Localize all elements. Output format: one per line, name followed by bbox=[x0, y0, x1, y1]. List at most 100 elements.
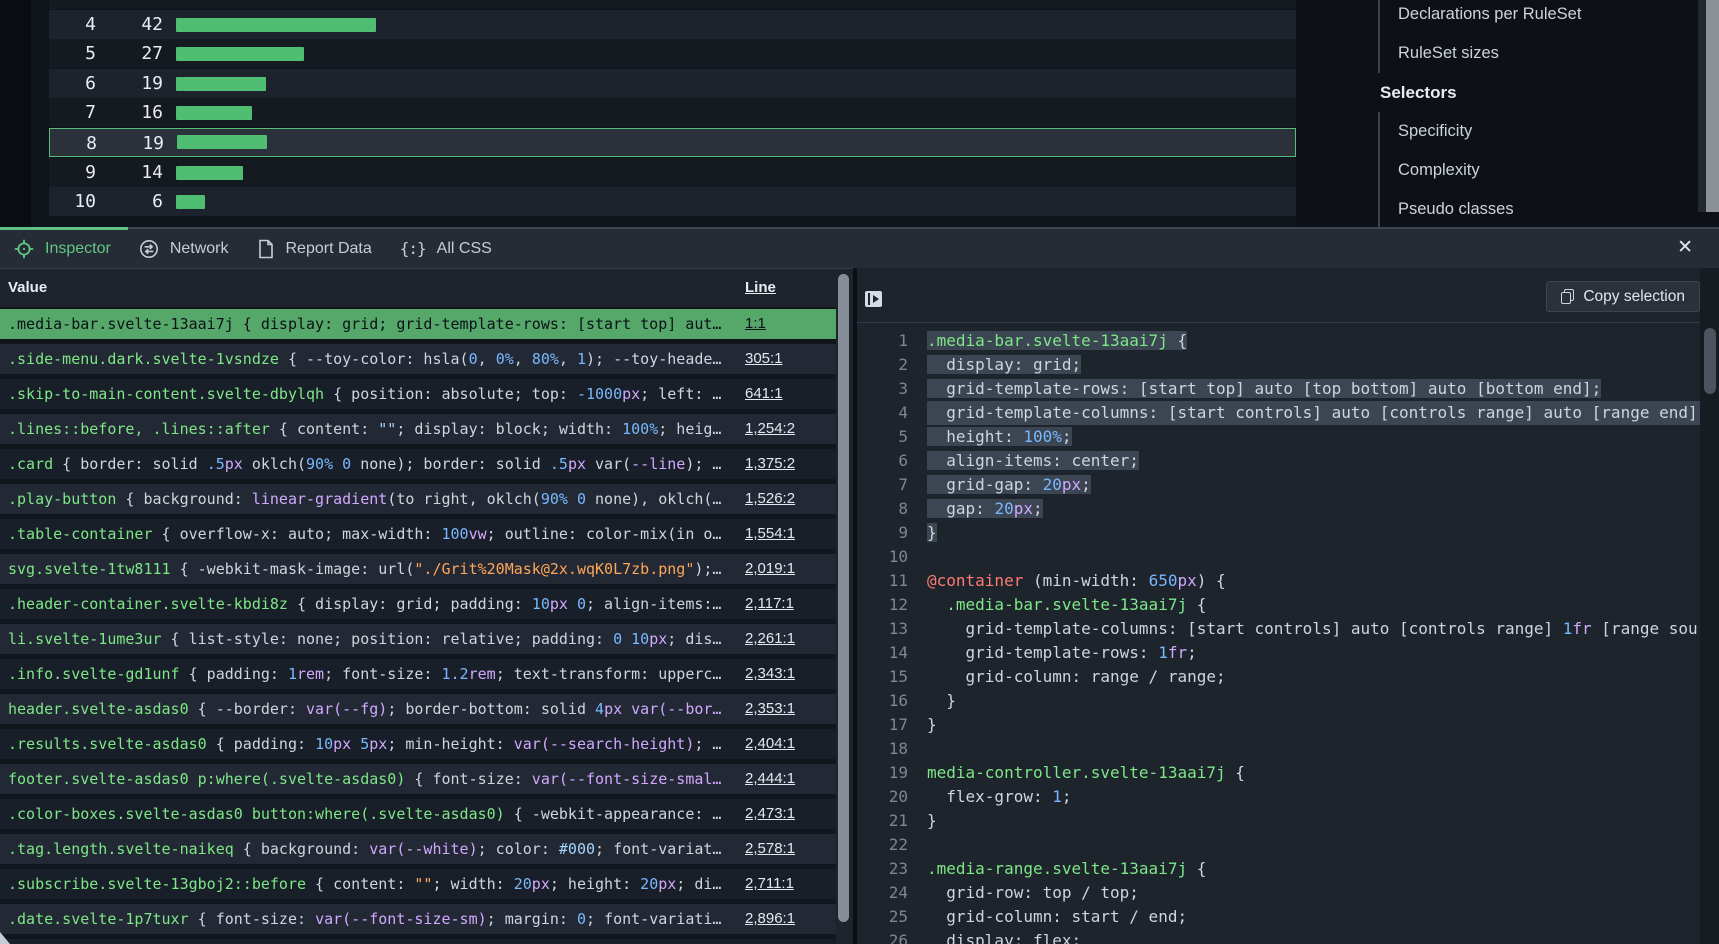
chart-row[interactable]: 819 bbox=[49, 128, 1296, 157]
css-token bbox=[333, 455, 342, 473]
selection-highlight: height: 100%; bbox=[927, 427, 1072, 446]
code-viewer: Copy selection 1.media-bar.svelte-13aai7… bbox=[857, 268, 1719, 944]
panel-expand-icon[interactable] bbox=[865, 291, 882, 307]
line-link[interactable]: 1,526:2 bbox=[745, 484, 795, 514]
css-token: ; min-height: bbox=[387, 735, 513, 753]
line-link[interactable]: 2,578:1 bbox=[745, 834, 795, 864]
chart-row[interactable]: 914 bbox=[49, 158, 1296, 187]
page-left-gutter bbox=[0, 0, 31, 227]
table-row[interactable]: .lines::before, .lines::after { content:… bbox=[0, 414, 836, 444]
table-row[interactable]: .info.svelte-gd1unf { padding: 1rem; fon… bbox=[0, 659, 836, 689]
line-link[interactable]: 1,254:2 bbox=[745, 414, 795, 444]
line-link[interactable]: 2,404:1 bbox=[745, 729, 795, 759]
table-row[interactable]: .side-menu.dark.svelte-1vsndze { --toy-c… bbox=[0, 344, 836, 374]
selector-token: .header-container.svelte-kbdi8z bbox=[8, 595, 288, 613]
selector-token: svg.svelte-1tw8111 bbox=[8, 560, 171, 578]
line-link[interactable]: 2,261:1 bbox=[745, 624, 795, 654]
chart-row[interactable]: 527 bbox=[49, 39, 1296, 68]
line-link[interactable]: 2,353:1 bbox=[745, 694, 795, 724]
line-link[interactable]: 1,375:2 bbox=[745, 449, 795, 479]
code-area: 1.media-bar.svelte-13aai7j {2 display: g… bbox=[857, 323, 1719, 944]
css-token: -1000 bbox=[577, 385, 622, 403]
chart-bar bbox=[176, 106, 252, 120]
tab-inspector[interactable]: Inspector bbox=[14, 239, 111, 259]
line-link[interactable]: 2,711:1 bbox=[745, 869, 794, 899]
line-number: 17 bbox=[857, 713, 927, 737]
table-row[interactable]: footer.svelte-asdas0 p:where(.svelte-asd… bbox=[0, 764, 836, 794]
table-row[interactable]: .media-bar.svelte-13aai7j { display: gri… bbox=[0, 309, 836, 339]
copy-selection-button[interactable]: Copy selection bbox=[1546, 281, 1700, 312]
line-link[interactable]: 2,019:1 bbox=[745, 554, 795, 584]
css-token: var(--font-size-sm) bbox=[315, 910, 487, 928]
table-row[interactable]: .table-container { overflow-x: auto; max… bbox=[0, 519, 836, 549]
sidebar-item-declarations-per-ruleset[interactable]: Declarations per RuleSet bbox=[1378, 0, 1694, 34]
css-rules-table: Value Line .media-bar.svelte-13aai7j { d… bbox=[0, 269, 836, 944]
css-token: none), oklch(… bbox=[586, 490, 721, 508]
table-row[interactable]: .header-container.svelte-kbdi8z { displa… bbox=[0, 589, 836, 619]
chart-row[interactable]: 619 bbox=[49, 69, 1296, 98]
table-row[interactable]: .skip-to-main-content.svelte-dbylqh { po… bbox=[0, 379, 836, 409]
table-row[interactable]: .tag.length.svelte-naikeq { background: … bbox=[0, 834, 836, 864]
table-row[interactable]: .color-boxes.svelte-asdas0 button:where(… bbox=[0, 799, 836, 829]
line-number: 10 bbox=[857, 545, 927, 569]
table-row[interactable]: li.svelte-1ume3ur { list-style: none; po… bbox=[0, 624, 836, 654]
chart-row[interactable]: 442 bbox=[49, 10, 1296, 39]
selector-token: .skip-to-main-content.svelte-dbylqh bbox=[8, 385, 324, 403]
css-token: ; left: … bbox=[640, 385, 721, 403]
code-scrollbar-track[interactable] bbox=[1700, 268, 1719, 944]
line-link[interactable]: 305:1 bbox=[745, 344, 783, 374]
sidebar-item-pseudo-classes[interactable]: Pseudo classes bbox=[1378, 190, 1694, 227]
table-row[interactable]: .play-button { background: linear-gradie… bbox=[0, 484, 836, 514]
chart-row[interactable]: 106 bbox=[49, 187, 1296, 216]
line-link[interactable]: 2,896:1 bbox=[745, 904, 795, 934]
css-token: ) { bbox=[1197, 571, 1226, 590]
line-link[interactable]: 2,343:1 bbox=[745, 659, 795, 689]
page-scrollbar[interactable] bbox=[1698, 0, 1719, 212]
code-line: 18 bbox=[857, 737, 927, 761]
rule-value-cell: .skip-to-main-content.svelte-dbylqh { po… bbox=[8, 379, 738, 409]
line-link[interactable]: 2,117:1 bbox=[745, 589, 794, 619]
selector-token: .results.svelte-asdas0 bbox=[8, 735, 207, 753]
line-number: 9 bbox=[857, 521, 927, 545]
table-row[interactable]: svg.svelte-1tw8111 { -webkit-mask-image:… bbox=[0, 554, 836, 584]
css-token: { bbox=[1197, 859, 1207, 878]
close-icon[interactable]: ✕ bbox=[1677, 237, 1693, 259]
table-row[interactable]: header.svelte-asdas0 { --border: var(--f… bbox=[0, 694, 836, 724]
css-token: ; width: bbox=[432, 875, 513, 893]
line-number: 12 bbox=[857, 593, 927, 617]
page-scrollbar-thumb[interactable] bbox=[1706, 0, 1719, 212]
css-token: display: flex; bbox=[927, 931, 1081, 944]
table-row[interactable]: .results.svelte-asdas0 { padding: 10px 5… bbox=[0, 729, 836, 759]
selection-highlight: align-items: center; bbox=[927, 451, 1139, 470]
code-scrollbar-thumb[interactable] bbox=[1704, 328, 1716, 394]
copy-icon bbox=[1561, 289, 1574, 304]
line-number: 6 bbox=[857, 449, 927, 473]
line-link[interactable]: 2,473:1 bbox=[745, 799, 795, 829]
sidebar-item-ruleset-sizes[interactable]: RuleSet sizes bbox=[1378, 34, 1694, 73]
table-row[interactable]: .subscribe.svelte-13gboj2::before { cont… bbox=[0, 869, 836, 899]
line-number: 14 bbox=[857, 641, 927, 665]
line-link[interactable]: 641:1 bbox=[745, 379, 783, 409]
code-line: 14 grid-template-rows: 1fr; bbox=[857, 641, 1197, 665]
chart-row-partial bbox=[49, 0, 1296, 9]
tab-network[interactable]: Network bbox=[139, 239, 229, 259]
tab-report-data[interactable]: Report Data bbox=[257, 239, 372, 259]
table-row[interactable]: .date.svelte-1p7tuxr { font-size: var(--… bbox=[0, 904, 836, 934]
line-link[interactable]: 1:1 bbox=[745, 309, 766, 339]
sidebar-item-specificity[interactable]: Specificity bbox=[1378, 112, 1694, 151]
css-token: 1 bbox=[577, 350, 586, 368]
line-link[interactable]: 1,554:1 bbox=[745, 519, 795, 549]
tab-all-css[interactable]: {:}All CSS bbox=[400, 239, 492, 258]
css-token: grid-column: range / range; bbox=[927, 667, 1226, 686]
css-token: ; align-items:… bbox=[586, 595, 721, 613]
css-token: var(--search-height) bbox=[514, 735, 695, 753]
css-token: vw bbox=[469, 525, 487, 543]
line-column-header[interactable]: Line bbox=[745, 269, 776, 307]
css-token bbox=[568, 490, 577, 508]
table-scrollbar-thumb[interactable] bbox=[838, 274, 849, 922]
line-link[interactable]: 2,444:1 bbox=[745, 764, 795, 794]
sidebar-item-complexity[interactable]: Complexity bbox=[1378, 151, 1694, 190]
table-row[interactable]: .card { border: solid .5px oklch(90% 0 n… bbox=[0, 449, 836, 479]
css-token: gap: bbox=[927, 499, 994, 518]
chart-row[interactable]: 716 bbox=[49, 98, 1296, 127]
